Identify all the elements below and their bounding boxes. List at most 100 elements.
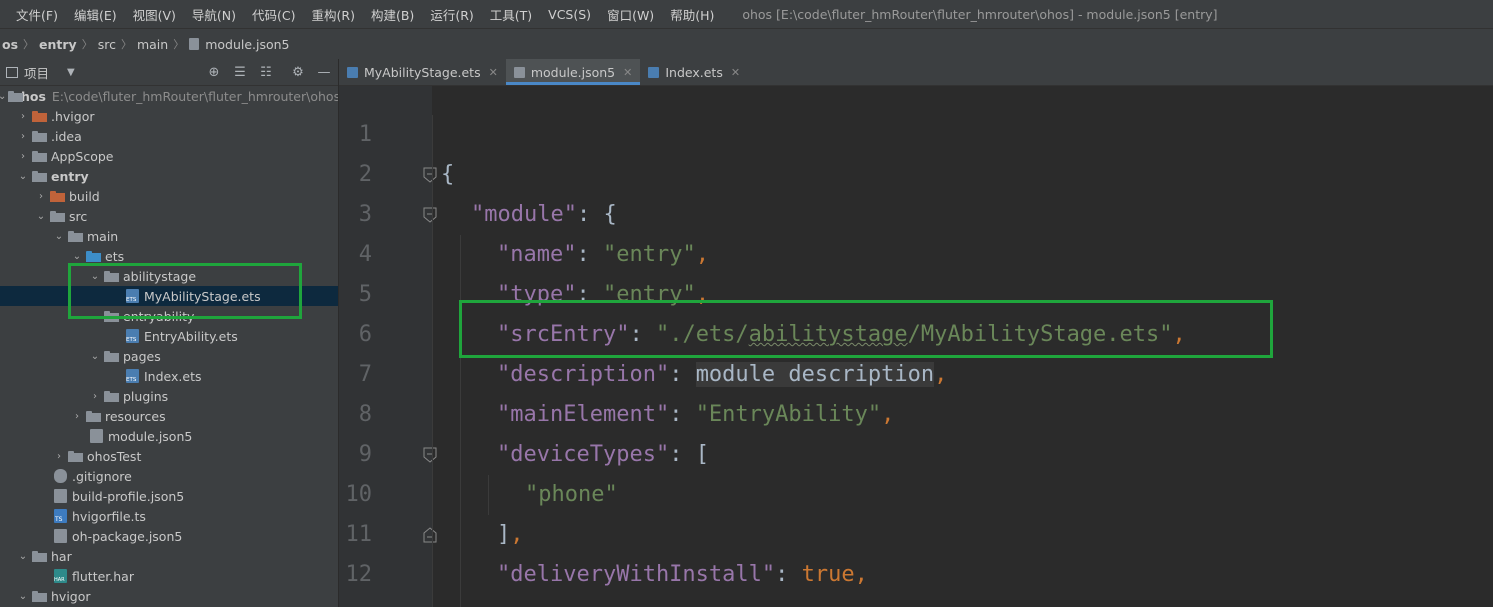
code-line-10: "phone" (525, 475, 618, 515)
json-string-typo: abilitystage (748, 322, 908, 347)
tree-item-entryability[interactable]: ⌄ entryability (0, 306, 338, 326)
code-token: , (881, 402, 895, 427)
tree-item-gitignore[interactable]: .gitignore (0, 466, 338, 486)
tree-item-plugins[interactable]: › plugins (0, 386, 338, 406)
tree-item-label: main (87, 228, 119, 244)
chevron-right-icon: › (21, 150, 25, 162)
code-token: : (576, 282, 603, 307)
code-line-3: "module": { (471, 195, 617, 235)
menu-edit[interactable]: 编辑(E) (62, 5, 121, 24)
json-file-icon (54, 489, 67, 503)
code-token: , (510, 522, 524, 547)
tree-item-har[interactable]: ⌄ har (0, 546, 338, 566)
menu-vcs[interactable]: VCS(S) (536, 7, 595, 22)
json-string: "EntryAbility" (695, 402, 882, 427)
json-key: "srcEntry" (497, 322, 630, 347)
chevron-down-icon: ⌄ (72, 250, 82, 262)
tree-item-index-ets[interactable]: Index.ets (0, 366, 338, 386)
fold-end-marker-icon[interactable] (423, 527, 437, 543)
tree-item-ohostest[interactable]: › ohosTest (0, 446, 338, 466)
menu-code[interactable]: 代码(C) (240, 5, 299, 24)
menu-build[interactable]: 构建(B) (359, 5, 418, 24)
fold-marker-icon[interactable] (423, 167, 437, 183)
menu-refactor[interactable]: 重构(R) (300, 5, 359, 24)
tree-item-module-json5[interactable]: module.json5 (0, 426, 338, 446)
indent-guide (488, 475, 489, 515)
tree-item-flutter-har[interactable]: flutter.har (0, 566, 338, 586)
tree-item-build[interactable]: › build (0, 186, 338, 206)
collapse-all-icon[interactable]: ☷ (256, 62, 276, 82)
chevron-right-icon: › (93, 390, 97, 402)
tree-item-ohos[interactable]: ⌄ohosE:\code\fluter_hmRouter\fluter_hmro… (0, 86, 338, 106)
tab-module-json5[interactable]: module.json5 ✕ (505, 59, 641, 85)
tree-item-pages[interactable]: ⌄ pages (0, 346, 338, 366)
code-line-12: "deliveryWithInstall": true, (497, 555, 868, 595)
tree-item-label: ohosTest (87, 448, 142, 464)
json-key: "deviceTypes" (497, 442, 670, 467)
tree-item-src[interactable]: ⌄ src (0, 206, 338, 226)
breadcrumb-item-entry[interactable]: entry (37, 37, 79, 52)
tree-item-hvigor-dir[interactable]: › .hvigor (0, 106, 338, 126)
tree-item-ets[interactable]: ⌄ ets (0, 246, 338, 266)
tree-item-build-profile[interactable]: build-profile.json5 (0, 486, 338, 506)
close-icon[interactable]: ✕ (731, 66, 740, 79)
close-icon[interactable]: ✕ (489, 66, 498, 79)
locate-file-icon[interactable]: ⊕ (204, 62, 224, 82)
tree-item-abilitystage[interactable]: ⌄ abilitystage (0, 266, 338, 286)
tab-label: MyAbilityStage.ets (364, 64, 481, 80)
ets-file-icon (347, 66, 358, 78)
dropdown-arrow-icon[interactable]: ▼ (67, 67, 75, 78)
json-string: /MyAbilityStage.ets" (907, 322, 1173, 347)
fold-marker-icon[interactable] (423, 207, 437, 223)
line-number: 6 (358, 322, 372, 347)
code-line-11: ], (497, 515, 524, 555)
minimize-icon[interactable]: — (314, 62, 334, 82)
tree-item-myabilitystage-ets[interactable]: MyAbilityStage.ets (0, 286, 338, 306)
tab-index-ets[interactable]: Index.ets ✕ (640, 59, 748, 85)
code-token: : (775, 562, 802, 587)
json-string: "./ets/ (655, 322, 749, 347)
fold-marker-icon[interactable] (423, 447, 437, 463)
menu-file[interactable]: 文件(F) (0, 5, 62, 24)
tree-item-label: oh-package.json5 (72, 528, 183, 544)
line-number: 1 (358, 122, 372, 147)
editor-tabs: MyAbilityStage.ets ✕ module.json5 ✕ Inde… (339, 59, 1493, 86)
breadcrumb-item-src[interactable]: src (96, 37, 118, 52)
menu-view[interactable]: 视图(V) (121, 5, 180, 24)
git-file-icon (54, 469, 67, 483)
menu-navigate[interactable]: 导航(N) (180, 5, 240, 24)
breadcrumb-item-ohos[interactable]: os (0, 37, 20, 52)
tree-item-hvigorfile[interactable]: hvigorfile.ts (0, 506, 338, 526)
json-key: "module" (471, 202, 577, 227)
ets-file-icon (126, 329, 139, 343)
menu-run[interactable]: 运行(R) (418, 5, 477, 24)
code-editor[interactable]: 1 2 3 4 5 6 7 8 9 10 11 12 { "module": {… (339, 86, 1493, 607)
menu-help[interactable]: 帮助(H) (658, 5, 718, 24)
close-icon[interactable]: ✕ (623, 66, 632, 79)
breadcrumb-item-module-json5[interactable]: module.json5 (203, 37, 291, 52)
tree-item-resources[interactable]: › resources (0, 406, 338, 426)
tab-myabilitystage-ets[interactable]: MyAbilityStage.ets ✕ (339, 59, 506, 85)
tree-item-appscope[interactable]: › AppScope (0, 146, 338, 166)
tree-item-idea[interactable]: › .idea (0, 126, 338, 146)
code-line-6: "srcEntry": "./ets/abilitystage/MyAbilit… (497, 315, 1186, 355)
project-path: E:\code\fluter_hmRouter\fluter_hmrouter\… (51, 88, 339, 104)
expand-all-icon[interactable]: ☰ (230, 62, 250, 82)
tree-item-entryability-ets[interactable]: EntryAbility.ets (0, 326, 338, 346)
tree-item-label: AppScope (51, 148, 114, 164)
tree-item-entry[interactable]: ⌄ entry (0, 166, 338, 186)
line-number: 12 (345, 562, 373, 587)
line-number: 7 (358, 362, 372, 387)
menu-window[interactable]: 窗口(W) (595, 5, 658, 24)
tree-item-oh-package[interactable]: oh-package.json5 (0, 526, 338, 546)
folder-icon (50, 210, 65, 222)
tree-item-label: flutter.har (72, 568, 134, 584)
tree-item-hvigor[interactable]: ⌄ hvigor (0, 586, 338, 606)
tree-item-label: .idea (51, 128, 82, 144)
tree-item-main[interactable]: ⌄ main (0, 226, 338, 246)
tree-item-label: ets (105, 248, 125, 264)
menu-tools[interactable]: 工具(T) (478, 5, 536, 24)
gear-icon[interactable]: ⚙ (288, 62, 308, 82)
chevron-right-icon: 〉 (173, 38, 185, 51)
breadcrumb-item-main[interactable]: main (135, 37, 170, 52)
